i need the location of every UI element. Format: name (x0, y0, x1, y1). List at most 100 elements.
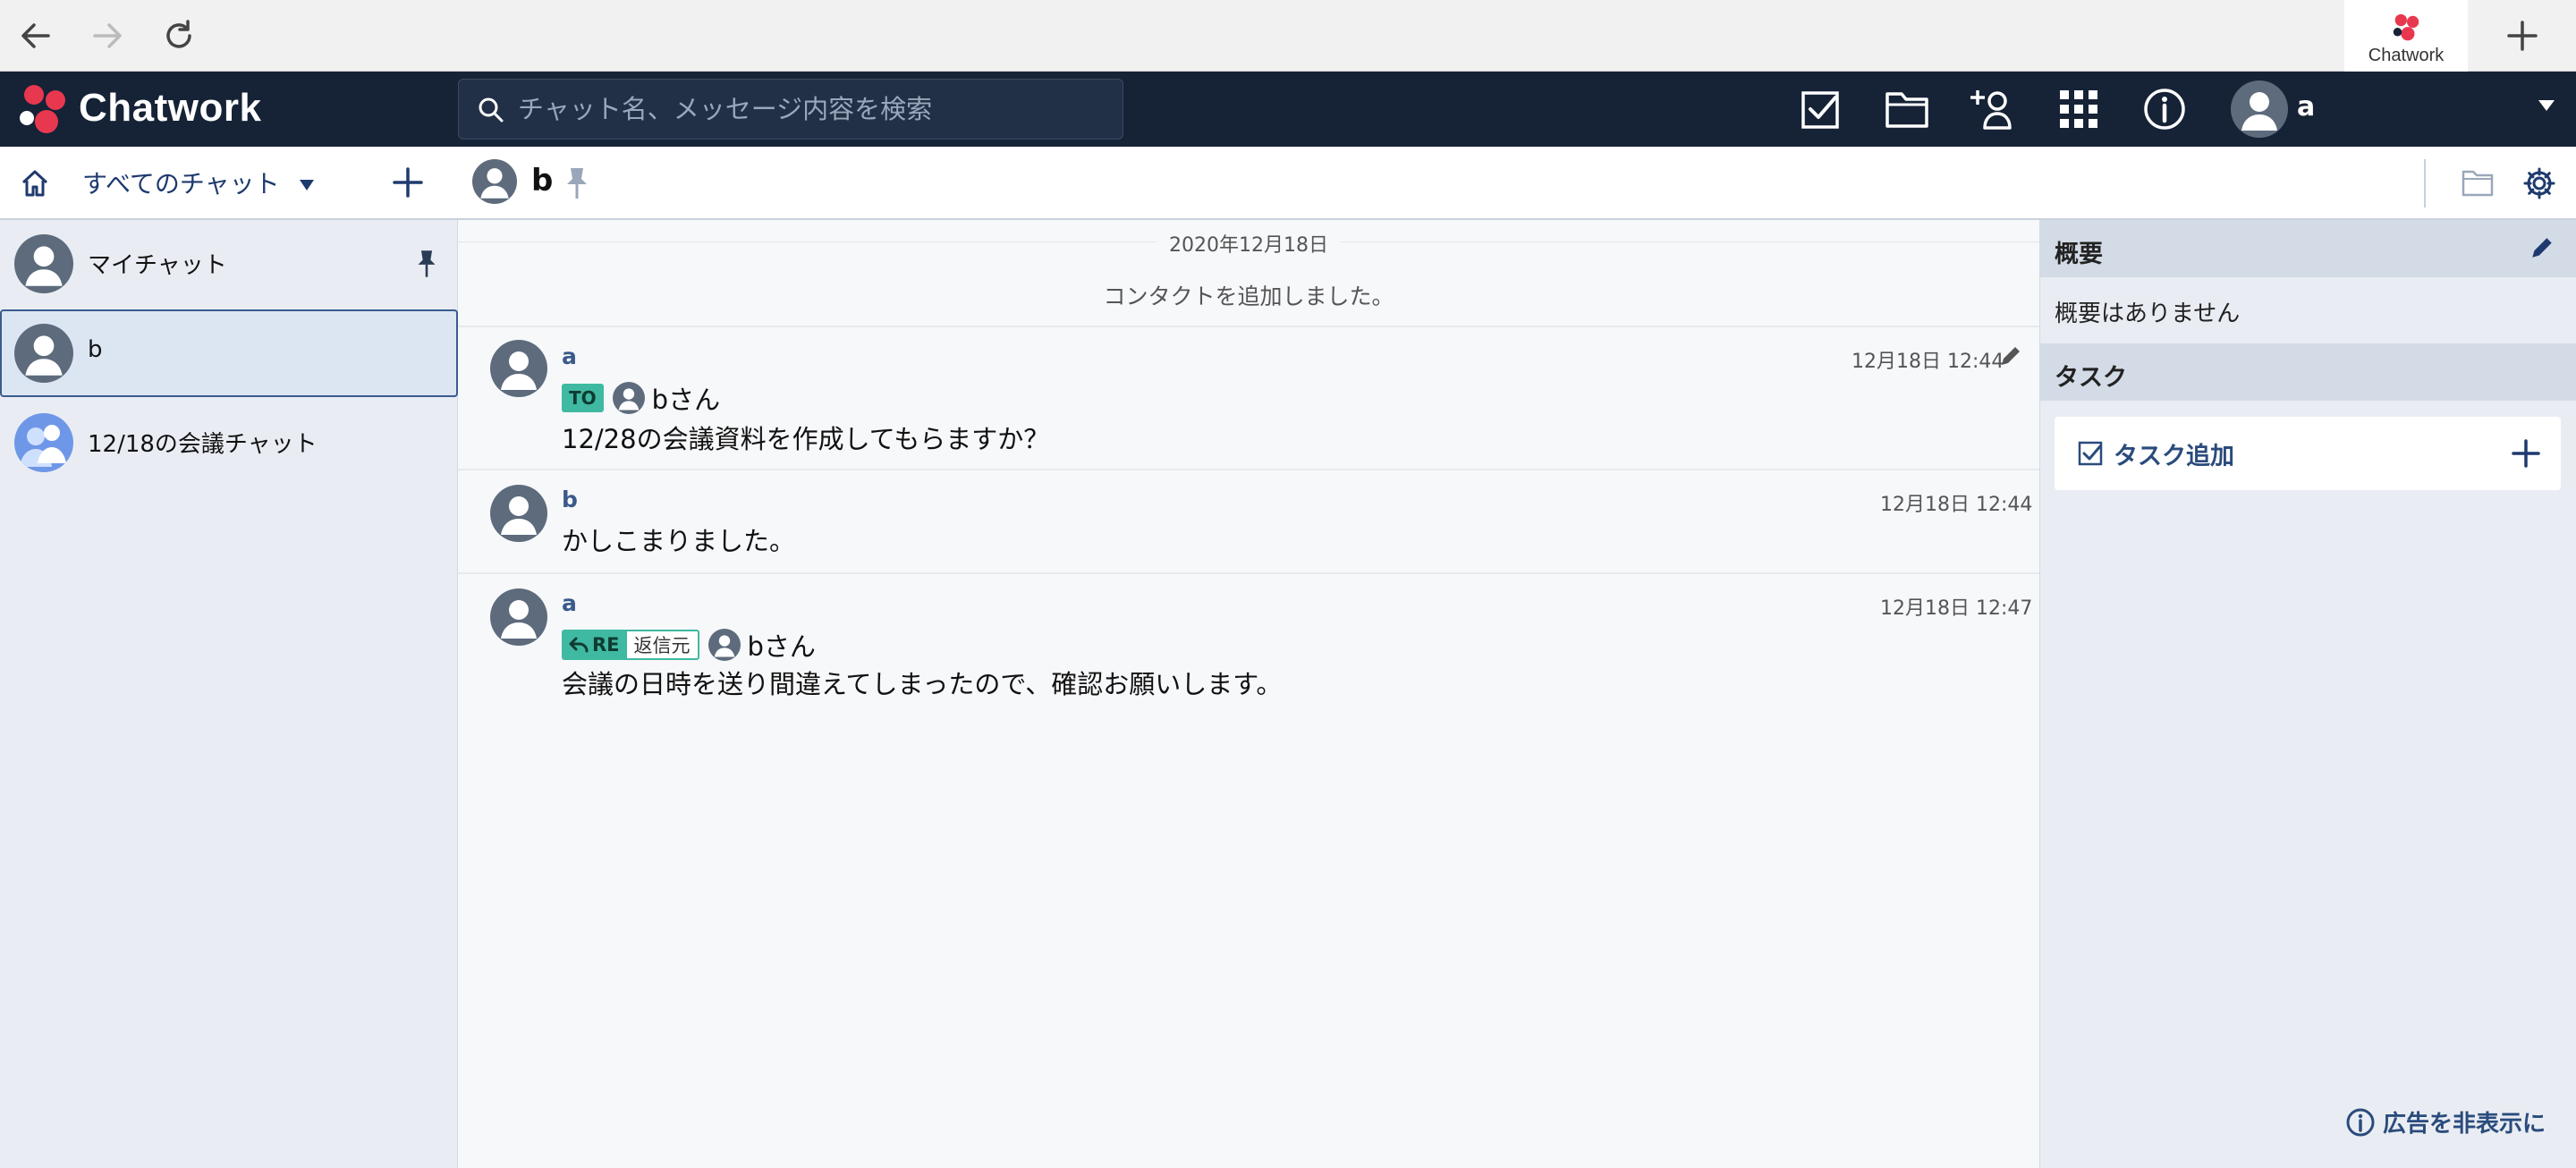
toolbar-divider (2424, 159, 2426, 207)
search-box[interactable] (458, 79, 1123, 140)
chatwork-logo-icon (2393, 13, 2419, 41)
re-text: RE (592, 634, 620, 656)
avatar[interactable] (490, 588, 547, 646)
add-contact-icon (1970, 90, 2012, 130)
info-button[interactable] (2140, 84, 2190, 134)
hide-ads-link[interactable]: 広告を非表示に (2345, 1105, 2546, 1138)
message-divider (458, 326, 2039, 327)
avatar (14, 234, 73, 293)
browser-tab-label: Chatwork (2368, 46, 2445, 65)
message-body: 12/28の会議資料を作成してもらますか？ (562, 424, 1050, 454)
room-item-my-chat[interactable]: マイチャット (0, 220, 458, 308)
reload-button[interactable] (156, 13, 202, 59)
pencil-icon[interactable] (1998, 343, 2023, 368)
user-name[interactable]: a (2297, 91, 2315, 123)
message-sender[interactable]: a (562, 590, 577, 616)
room-title: b (531, 163, 554, 199)
app-header: Chatwork a (0, 72, 2576, 147)
home-icon[interactable] (20, 168, 50, 199)
message-body: 会議の日時を送り間違えてしまったので、確認お願いします。 (562, 669, 1283, 699)
task-title: タスク (2055, 364, 2127, 392)
overview-empty-text: 概要はありません (2055, 300, 2241, 327)
add-task-label: タスク追加 (2114, 443, 2234, 470)
person-icon (25, 246, 63, 286)
room-toolbar: すべてのチャット b (0, 147, 2576, 220)
person-icon (2241, 92, 2277, 131)
reply-arrow-icon (569, 637, 589, 653)
add-contact-button[interactable] (1968, 84, 2018, 134)
date-label: 2020年12月18日 (1157, 234, 1341, 257)
search-input[interactable] (516, 93, 1123, 125)
browser-tab-chatwork[interactable]: Chatwork (2344, 0, 2468, 72)
mention-name: bさん (747, 631, 816, 662)
chatwork-logo-icon (20, 85, 65, 133)
user-avatar[interactable] (2231, 80, 2288, 138)
browser-toolbar: Chatwork (0, 0, 2576, 72)
person-icon (501, 600, 537, 639)
avatar[interactable] (490, 340, 547, 397)
caret-down-icon[interactable] (2537, 98, 2556, 113)
forward-button[interactable] (84, 13, 131, 59)
message-time: 12月18日 12:44 (1880, 494, 2033, 516)
mini-avatar (612, 382, 645, 414)
folder-icon[interactable] (2462, 168, 2494, 197)
person-icon (714, 635, 734, 657)
to-tag[interactable]: TO (562, 384, 604, 412)
re-label: RE (564, 631, 627, 658)
room-item-b[interactable]: b (0, 309, 458, 397)
pin-icon[interactable] (415, 249, 438, 279)
arrow-left-icon (21, 23, 50, 48)
hide-ads-label: 広告を非表示に (2383, 1111, 2546, 1138)
overview-title: 概要 (2055, 241, 2103, 268)
task-check-icon (1801, 91, 1839, 129)
room-name: マイチャット (88, 252, 227, 279)
room-name: 12/18の会議チャット (88, 431, 318, 458)
task-button[interactable] (1796, 84, 1846, 134)
room-list: マイチャット b 12/18の会議チャット (0, 220, 458, 1168)
avatar[interactable] (490, 485, 547, 542)
caret-down-icon (299, 180, 314, 190)
message-mention-line: TO bさん (562, 379, 720, 417)
arrow-right-icon (93, 23, 122, 48)
info-icon (2144, 89, 2185, 130)
all-chats-filter[interactable]: すべてのチャット (82, 165, 315, 200)
message-body: かしこまりました。 (562, 526, 796, 556)
message-time: 12月18日 12:47 (1880, 597, 2033, 620)
back-button[interactable] (13, 13, 59, 59)
person-icon (618, 388, 639, 410)
file-button[interactable] (1882, 84, 1932, 134)
folder-icon (1885, 92, 1928, 128)
new-tab-button[interactable] (2499, 13, 2546, 59)
message-reply-line: RE 返信元 bさん (562, 626, 816, 664)
task-header: タスク (2040, 343, 2576, 401)
all-chats-label: すべてのチャット (82, 169, 280, 199)
pin-icon[interactable] (564, 166, 590, 200)
gear-icon[interactable] (2522, 166, 2556, 200)
message-divider (458, 572, 2039, 574)
overview-header: 概要 (2040, 220, 2576, 277)
task-check-icon (2078, 441, 2103, 466)
plus-icon (2507, 21, 2538, 51)
person-icon (25, 335, 63, 376)
message-sender[interactable]: a (562, 343, 577, 369)
pencil-icon[interactable] (2529, 234, 2555, 261)
apps-button[interactable] (2054, 84, 2104, 134)
add-task-button[interactable]: タスク追加 (2055, 417, 2561, 490)
person-icon (501, 496, 537, 535)
message-sender[interactable]: b (562, 487, 578, 512)
app-logo[interactable]: Chatwork (79, 86, 261, 131)
message-timeline: 2020年12月18日 コンタクトを追加しました。 a 12月18日 12:44… (458, 220, 2039, 1168)
search-icon (479, 97, 504, 123)
date-separator: 2020年12月18日 (458, 229, 2039, 258)
person-icon (480, 168, 509, 199)
system-message: コンタクトを追加しました。 (1103, 284, 1394, 309)
message-time: 12月18日 12:44 (1852, 351, 2004, 373)
add-chat-icon[interactable] (392, 166, 424, 199)
info-icon (2346, 1108, 2375, 1136)
room-avatar (472, 159, 517, 204)
room-info-panel: 概要 概要はありません タスク タスク追加 (2039, 220, 2576, 1168)
room-item-meeting[interactable]: 12/18の会議チャット (0, 399, 458, 487)
message-divider (458, 469, 2039, 470)
group-avatar (14, 413, 73, 472)
reply-tag[interactable]: RE 返信元 (562, 630, 699, 660)
